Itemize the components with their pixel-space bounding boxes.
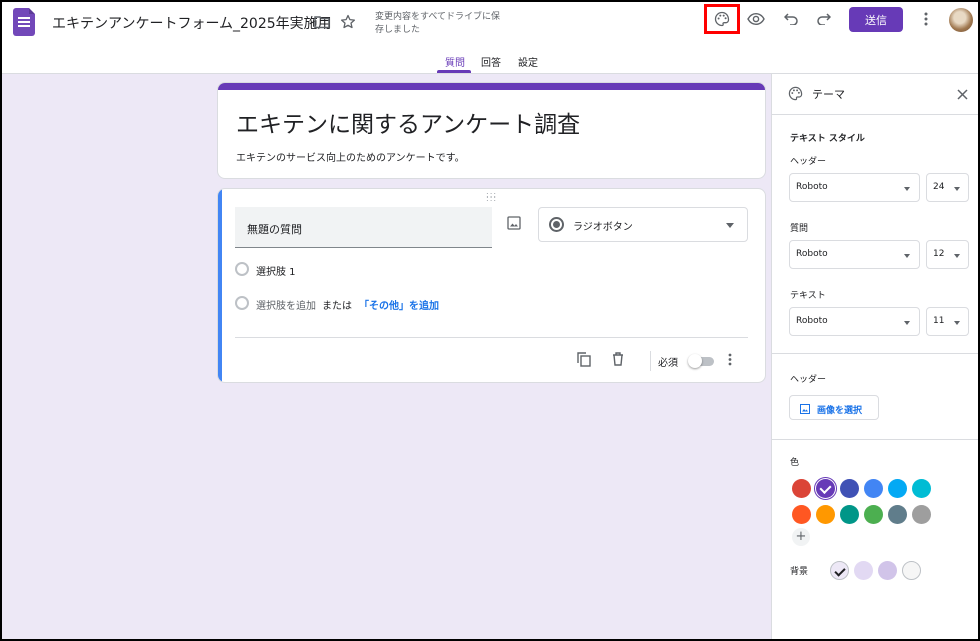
close-icon[interactable]	[952, 84, 972, 104]
question-type-label: ラジオボタン	[573, 222, 633, 233]
drag-handle-icon[interactable]: ::::::	[486, 191, 497, 203]
question-font-select[interactable]: Roboto	[789, 240, 920, 269]
redo-icon[interactable]	[814, 9, 834, 29]
background-label: 背景	[790, 567, 809, 577]
duplicate-icon[interactable]	[574, 349, 594, 369]
add-image-icon[interactable]	[507, 215, 521, 234]
color-swatch[interactable]	[840, 479, 859, 498]
select-image-button[interactable]: 画像を選択	[789, 395, 879, 420]
header-style-label: ヘッダー	[790, 157, 827, 167]
tab-responses[interactable]: 回答	[481, 54, 501, 69]
question-style-label: 質問	[790, 224, 809, 234]
color-swatch[interactable]	[888, 479, 907, 498]
highlight-box	[704, 4, 740, 34]
select-image-label: 画像を選択	[817, 406, 863, 416]
caret-icon	[904, 254, 910, 258]
question-font-value: Roboto	[796, 249, 828, 259]
panel-palette-icon	[786, 84, 804, 102]
text-style-heading: テキスト スタイル	[790, 134, 865, 144]
caret-icon	[954, 321, 960, 325]
dropdown-caret-icon	[726, 223, 734, 228]
color-swatch[interactable]	[864, 479, 883, 498]
panel-divider	[772, 353, 979, 354]
send-button[interactable]: 送信	[849, 7, 903, 32]
color-swatch[interactable]	[792, 479, 811, 498]
question-type-dropdown[interactable]: ラジオボタン	[538, 207, 748, 242]
active-tab-indicator	[437, 70, 471, 73]
question-card[interactable]: :::::: 無題の質問 ラジオボタン 選択肢 1 選択肢を追加 または 「その…	[217, 188, 766, 383]
color-swatch[interactable]	[864, 505, 883, 524]
delete-icon[interactable]	[608, 349, 628, 369]
tab-bar: 質問 回答 設定	[0, 44, 980, 74]
background-swatch[interactable]	[830, 561, 849, 580]
panel-divider	[772, 114, 979, 115]
color-swatch[interactable]	[840, 505, 859, 524]
forms-logo-icon[interactable]	[13, 8, 35, 36]
background-swatch[interactable]	[902, 561, 921, 580]
top-bar: エキテンアンケートフォーム_2025年実施用 変更内容をすべてドライブに保存しま…	[0, 0, 980, 44]
text-size-value: 11	[933, 316, 945, 326]
radio-button-icon	[549, 217, 564, 232]
question-size-value: 12	[933, 249, 945, 259]
tab-questions[interactable]: 質問	[445, 54, 465, 69]
color-heading: 色	[790, 458, 800, 468]
undo-icon[interactable]	[781, 9, 801, 29]
panel-title: テーマ	[812, 88, 845, 101]
background-swatch[interactable]	[854, 561, 873, 580]
add-option-link[interactable]: 選択肢を追加	[256, 297, 316, 312]
footer-separator	[650, 351, 651, 371]
background-swatch[interactable]	[878, 561, 897, 580]
header-font-value: Roboto	[796, 182, 828, 192]
account-avatar[interactable]	[949, 8, 973, 32]
text-font-value: Roboto	[796, 316, 828, 326]
color-swatch[interactable]	[912, 505, 931, 524]
title-card-accent	[218, 83, 765, 90]
question-footer-divider	[235, 337, 748, 338]
color-swatch[interactable]	[888, 505, 907, 524]
caret-icon	[904, 321, 910, 325]
color-swatch[interactable]	[912, 479, 931, 498]
panel-divider	[772, 439, 979, 440]
image-icon	[799, 403, 810, 414]
add-option-radio-icon	[235, 296, 249, 310]
color-swatch[interactable]	[816, 505, 835, 524]
question-title-field[interactable]: 無題の質問	[235, 207, 492, 248]
required-label: 必須	[658, 358, 678, 369]
question-title: 無題の質問	[247, 223, 302, 236]
form-title[interactable]: エキテンに関するアンケート調査	[236, 105, 580, 139]
add-other-link[interactable]: 「その他」を追加	[359, 297, 439, 312]
document-title[interactable]: エキテンアンケートフォーム_2025年実施用	[52, 13, 332, 33]
form-title-card[interactable]: エキテンに関するアンケート調査 エキテンのサービス向上のためのアンケートです。	[217, 82, 766, 179]
more-vert-icon[interactable]	[916, 9, 936, 29]
caret-icon	[954, 187, 960, 191]
header-size-value: 24	[933, 182, 945, 192]
option-1-label[interactable]: 選択肢 1	[256, 263, 296, 278]
add-or-text: または	[322, 301, 352, 312]
header-font-select[interactable]: Roboto	[789, 173, 920, 202]
star-icon[interactable]	[338, 12, 358, 32]
text-style-label: テキスト	[790, 291, 826, 301]
theme-panel: テーマ テキスト スタイル ヘッダー Roboto 24 質問 Roboto 1…	[771, 74, 979, 639]
question-more-icon[interactable]	[720, 349, 740, 369]
form-description[interactable]: エキテンのサービス向上のためのアンケートです。	[236, 149, 465, 164]
tab-settings[interactable]: 設定	[518, 54, 538, 69]
color-swatch[interactable]	[792, 505, 811, 524]
required-toggle[interactable]	[688, 354, 714, 368]
active-card-indicator	[218, 189, 222, 382]
preview-eye-icon[interactable]	[746, 9, 766, 29]
header-image-heading: ヘッダー	[790, 375, 827, 385]
caret-icon	[904, 187, 910, 191]
caret-icon	[954, 254, 960, 258]
folder-icon[interactable]	[312, 12, 332, 32]
header-size-select[interactable]: 24	[926, 173, 969, 202]
text-font-select[interactable]: Roboto	[789, 307, 920, 336]
color-swatch[interactable]	[816, 479, 835, 498]
save-status: 変更内容をすべてドライブに保存しました	[375, 12, 501, 35]
question-size-select[interactable]: 12	[926, 240, 969, 269]
option-radio-icon	[235, 262, 249, 276]
text-size-select[interactable]: 11	[926, 307, 969, 336]
add-custom-color-icon[interactable]: +	[792, 528, 810, 546]
